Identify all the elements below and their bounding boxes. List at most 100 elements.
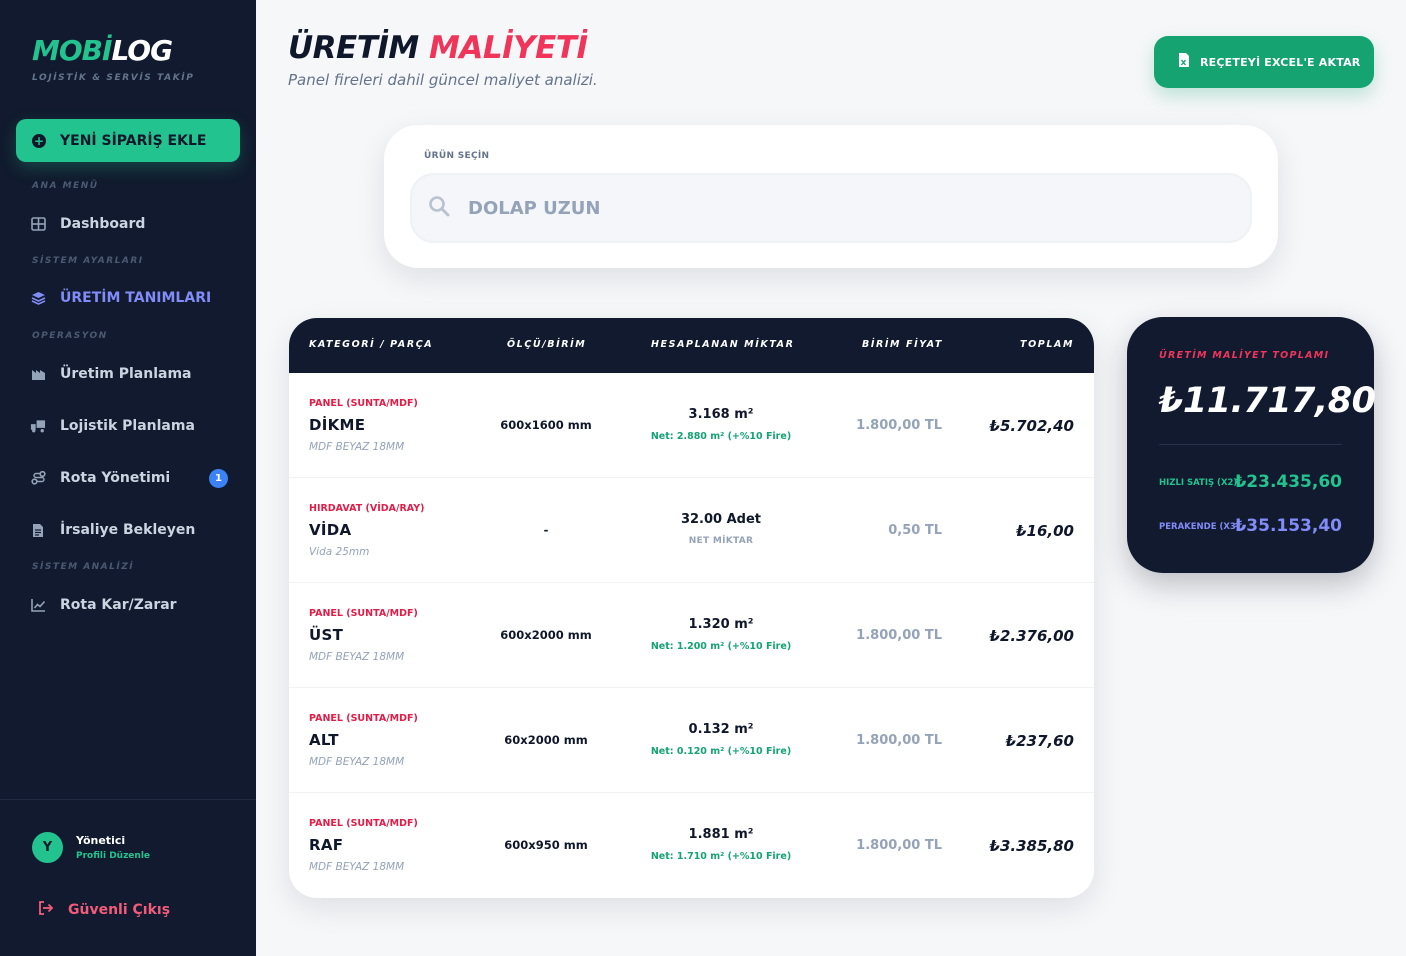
page-title-part1: ÜRETİM bbox=[288, 30, 419, 66]
product-search-input[interactable]: DOLAP UZUN bbox=[410, 173, 1252, 243]
user-name: Yönetici bbox=[76, 834, 126, 847]
chart-line-icon bbox=[30, 597, 46, 613]
export-excel-label: REÇETEYİ EXCEL'E AKTAR bbox=[1200, 55, 1361, 69]
row-quantity: 32.00 Adet bbox=[680, 512, 762, 527]
product-select-card: ÜRÜN SEÇİN DOLAP UZUN bbox=[384, 125, 1278, 268]
row-unit-price: 0,50 TL bbox=[888, 523, 942, 538]
row-total: ₺16,00 bbox=[1016, 522, 1074, 540]
section-label-analysis: SİSTEM ANALİZİ bbox=[32, 562, 135, 572]
row-size: 60x2000 mm bbox=[504, 733, 588, 747]
new-order-label: YENİ SİPARİŞ EKLE bbox=[60, 132, 207, 149]
row-spec: MDF BEYAZ 18MM bbox=[309, 756, 405, 768]
table-row[interactable]: PANEL (SUNTA/MDF) RAF MDF BEYAZ 18MM 600… bbox=[289, 793, 1094, 898]
route-icon bbox=[30, 470, 46, 486]
summary-total: ₺11.717,80 bbox=[1159, 381, 1376, 421]
retail-label: PERAKENDE (X3) bbox=[1159, 522, 1240, 532]
sidebar-item-dashboard[interactable]: Dashboard bbox=[30, 212, 230, 236]
cost-table: KATEGORİ / PARÇA ÖLÇÜ/BİRİM HESAPLANAN M… bbox=[289, 318, 1094, 898]
fast-sale-label: HIZLI SATIŞ (X2) bbox=[1159, 478, 1238, 488]
layers-icon bbox=[30, 290, 46, 306]
sidebar-item-label: Lojistik Planlama bbox=[60, 418, 195, 434]
notification-badge: 1 bbox=[209, 469, 228, 488]
sidebar-item-waybill-pending[interactable]: İrsaliye Bekleyen bbox=[30, 518, 230, 542]
row-total: ₺3.385,80 bbox=[989, 837, 1074, 855]
row-quantity-note: Net: 0.120 m² (+%10 Fire) bbox=[650, 746, 792, 757]
sidebar-item-production-planning[interactable]: Üretim Planlama bbox=[30, 362, 230, 386]
table-row[interactable]: PANEL (SUNTA/MDF) ÜST MDF BEYAZ 18MM 600… bbox=[289, 583, 1094, 688]
row-size: - bbox=[543, 523, 549, 537]
sidebar-item-label: İrsaliye Bekleyen bbox=[60, 522, 196, 538]
column-header-unit-price: BİRİM FİYAT bbox=[862, 339, 943, 350]
logout-icon bbox=[38, 900, 54, 919]
table-row[interactable]: HIRDAVAT (VİDA/RAY) VİDA Vida 25mm - 32.… bbox=[289, 478, 1094, 583]
table-header: KATEGORİ / PARÇA ÖLÇÜ/BİRİM HESAPLANAN M… bbox=[289, 318, 1094, 373]
row-unit-price: 1.800,00 TL bbox=[856, 733, 942, 748]
logout-label: Güvenli Çıkış bbox=[68, 901, 171, 918]
row-part-name: ÜST bbox=[309, 626, 344, 644]
page-title: ÜRETİM MALİYETİ bbox=[288, 30, 588, 66]
sidebar-item-route-management[interactable]: Rota Yönetimi 1 bbox=[30, 466, 230, 490]
row-total: ₺2.376,00 bbox=[989, 627, 1074, 645]
edit-profile-link[interactable]: Profili Düzenle bbox=[76, 851, 150, 861]
row-spec: MDF BEYAZ 18MM bbox=[309, 441, 405, 453]
column-header-category: KATEGORİ / PARÇA bbox=[309, 339, 434, 350]
row-quantity-note: Net: 1.710 m² (+%10 Fire) bbox=[650, 851, 792, 862]
search-icon bbox=[428, 195, 450, 221]
page-title-part2: MALİYETİ bbox=[429, 30, 588, 66]
row-unit-price: 1.800,00 TL bbox=[856, 838, 942, 853]
row-part-name: ALT bbox=[309, 731, 339, 749]
sidebar-item-label: Dashboard bbox=[60, 216, 146, 232]
row-quantity-note: Net: 1.200 m² (+%10 Fire) bbox=[650, 641, 792, 652]
cost-summary-card: ÜRETİM MALİYET TOPLAMI ₺11.717,80 HIZLI … bbox=[1127, 317, 1376, 573]
sidebar-item-route-profit-loss[interactable]: Rota Kar/Zarar bbox=[30, 593, 230, 617]
row-quantity: 3.168 m² bbox=[688, 407, 754, 422]
summary-label: ÜRETİM MALİYET TOPLAMI bbox=[1159, 350, 1330, 361]
grid-icon bbox=[30, 216, 46, 232]
truck-icon bbox=[30, 418, 46, 434]
section-label-ops: OPERASYON bbox=[32, 331, 108, 341]
row-unit-price: 1.800,00 TL bbox=[856, 418, 942, 433]
summary-divider bbox=[1159, 444, 1342, 445]
row-size: 600x1600 mm bbox=[500, 418, 592, 432]
brand-logo-part1: MOBİ bbox=[32, 34, 112, 67]
logout-button[interactable]: Güvenli Çıkış bbox=[38, 900, 170, 919]
sidebar-item-logistics-planning[interactable]: Lojistik Planlama bbox=[30, 414, 230, 438]
row-unit-price: 1.800,00 TL bbox=[856, 628, 942, 643]
column-header-size: ÖLÇÜ/BİRİM bbox=[507, 339, 587, 350]
row-category: PANEL (SUNTA/MDF) bbox=[309, 818, 418, 829]
row-total: ₺5.702,40 bbox=[989, 417, 1074, 435]
sidebar-item-label: ÜRETİM TANIMLARI bbox=[60, 290, 212, 306]
sidebar-item-production-definitions[interactable]: ÜRETİM TANIMLARI bbox=[30, 286, 230, 310]
row-quantity: 1.881 m² bbox=[688, 827, 754, 842]
column-header-total: TOPLAM bbox=[1020, 339, 1074, 350]
row-spec: Vida 25mm bbox=[309, 546, 370, 558]
new-order-button[interactable]: + YENİ SİPARİŞ EKLE bbox=[16, 119, 240, 162]
brand-logo[interactable]: MOBİLOG bbox=[32, 34, 173, 67]
fast-sale-value: ₺23.435,60 bbox=[1234, 472, 1342, 492]
section-label-system: SİSTEM AYARLARI bbox=[32, 256, 144, 266]
table-row[interactable]: PANEL (SUNTA/MDF) DİKME MDF BEYAZ 18MM 6… bbox=[289, 373, 1094, 478]
product-select-label: ÜRÜN SEÇİN bbox=[424, 151, 490, 161]
row-part-name: RAF bbox=[309, 836, 344, 854]
row-total: ₺237,60 bbox=[1005, 732, 1074, 750]
sidebar-item-label: Rota Yönetimi bbox=[60, 470, 171, 486]
row-size: 600x950 mm bbox=[504, 838, 588, 852]
row-spec: MDF BEYAZ 18MM bbox=[309, 651, 405, 663]
export-excel-button[interactable]: REÇETEYİ EXCEL'E AKTAR bbox=[1154, 36, 1374, 88]
product-search-value: DOLAP UZUN bbox=[468, 197, 601, 219]
brand-logo-part2: LOG bbox=[111, 34, 173, 67]
row-category: PANEL (SUNTA/MDF) bbox=[309, 608, 418, 619]
document-icon bbox=[30, 522, 46, 538]
table-row[interactable]: PANEL (SUNTA/MDF) ALT MDF BEYAZ 18MM 60x… bbox=[289, 688, 1094, 793]
retail-value: ₺35.153,40 bbox=[1234, 516, 1342, 536]
row-quantity: 0.132 m² bbox=[688, 722, 754, 737]
avatar[interactable]: Y bbox=[32, 832, 63, 863]
section-label-main: ANA MENÜ bbox=[32, 181, 99, 191]
plus-circle-icon: + bbox=[32, 133, 46, 148]
row-quantity-note: NET MİKTAR bbox=[688, 536, 754, 546]
row-quantity-note: Net: 2.880 m² (+%10 Fire) bbox=[650, 431, 792, 442]
factory-icon bbox=[30, 366, 46, 382]
sidebar-item-label: Rota Kar/Zarar bbox=[60, 597, 177, 613]
excel-file-icon bbox=[1178, 52, 1190, 72]
row-spec: MDF BEYAZ 18MM bbox=[309, 861, 405, 873]
